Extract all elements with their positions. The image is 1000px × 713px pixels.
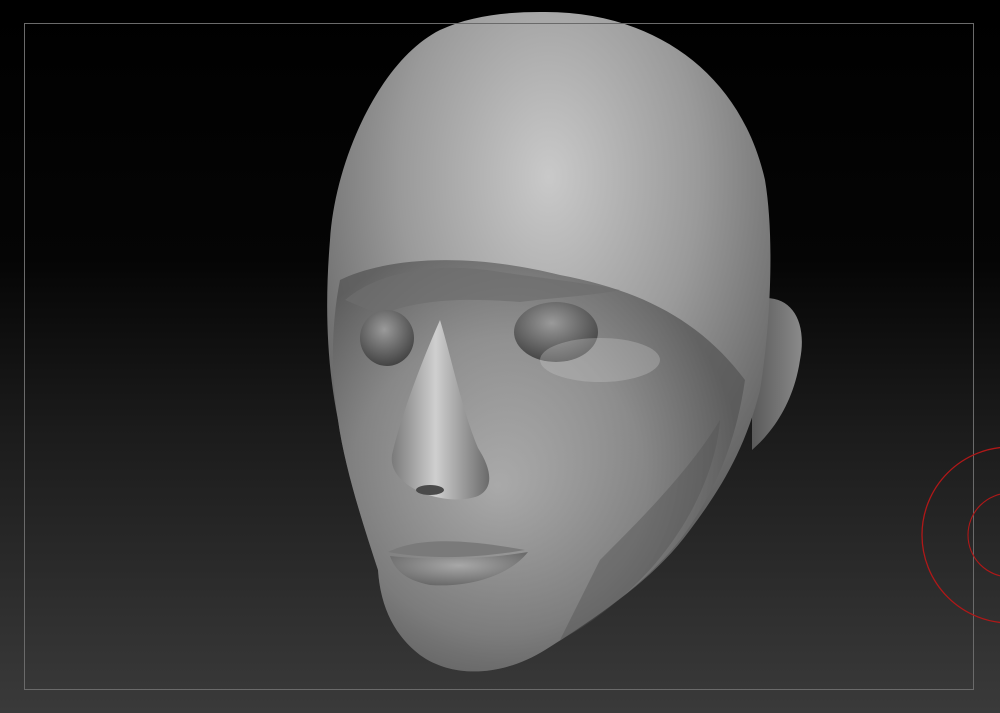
sculpt-viewport[interactable] [0, 0, 1000, 713]
nostril [416, 485, 444, 495]
cheek-highlight [540, 338, 660, 382]
head-model[interactable] [0, 0, 1000, 713]
left-eye-icon [360, 310, 414, 366]
